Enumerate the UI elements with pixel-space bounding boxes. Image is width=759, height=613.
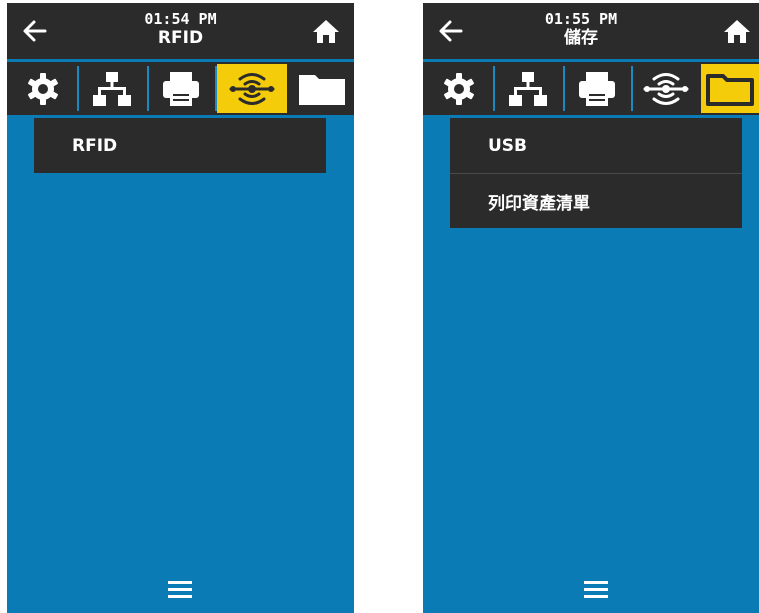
tab-rfid[interactable] (217, 64, 287, 113)
tab-bar (7, 62, 354, 115)
tab-rfid[interactable] (633, 64, 699, 113)
rfid-icon (643, 72, 689, 105)
tab-print[interactable] (565, 64, 629, 113)
rfid-menu: RFID (34, 118, 326, 173)
header-bar: 01:55 PM 儲存 (423, 3, 759, 59)
menu-item-usb[interactable]: USB (450, 118, 742, 173)
menu-item-print-asset-list[interactable]: 列印資產清單 (450, 173, 742, 228)
tab-print[interactable] (149, 64, 213, 113)
network-icon (93, 71, 131, 106)
page-title: 儲存 (564, 28, 598, 48)
rfid-screen: 01:54 PM RFID RFID (7, 3, 354, 613)
home-icon[interactable] (723, 18, 751, 44)
hamburger-menu-icon[interactable] (584, 579, 608, 599)
tab-settings[interactable] (427, 64, 491, 113)
storage-screen: 01:55 PM 儲存 USB 列印資產清單 (423, 3, 759, 613)
home-icon[interactable] (312, 18, 340, 44)
printer-icon (579, 71, 615, 106)
gear-icon (28, 72, 58, 105)
header-bar: 01:54 PM RFID (7, 3, 354, 59)
tab-storage[interactable] (701, 64, 759, 113)
menu-item-rfid[interactable]: RFID (34, 118, 326, 173)
rfid-icon (229, 72, 275, 105)
folder-icon (298, 74, 345, 105)
tab-settings[interactable] (11, 64, 75, 113)
tab-network[interactable] (495, 64, 561, 113)
hamburger-menu-icon[interactable] (168, 579, 192, 599)
folder-icon (706, 73, 754, 106)
gear-icon (444, 72, 474, 105)
tab-bar (423, 62, 759, 115)
tab-network[interactable] (79, 64, 145, 113)
page-title: RFID (157, 28, 204, 48)
printer-icon (163, 71, 199, 106)
storage-menu: USB 列印資產清單 (450, 118, 742, 228)
tab-storage[interactable] (289, 64, 354, 113)
network-icon (509, 71, 547, 106)
clock-time: 01:54 PM (144, 10, 217, 28)
clock-time: 01:55 PM (544, 10, 618, 28)
